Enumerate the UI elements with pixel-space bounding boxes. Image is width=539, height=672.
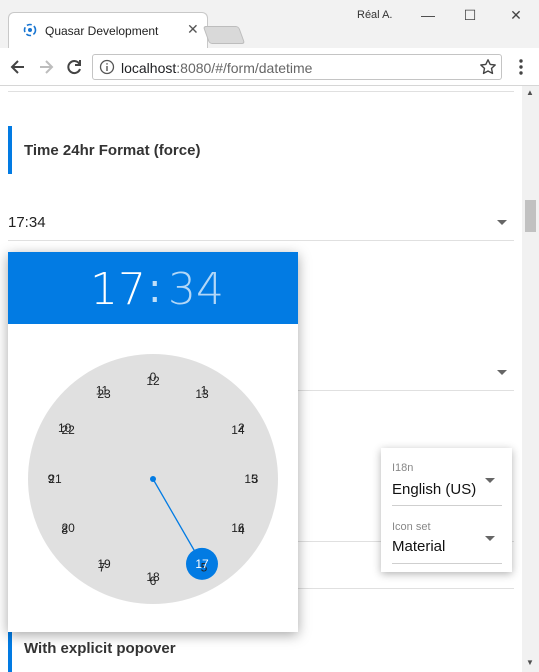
url-text[interactable]: localhost:8080/#/form/datetime bbox=[121, 60, 312, 76]
clock-hour-13[interactable]: 13 bbox=[195, 387, 209, 401]
i18n-underline bbox=[392, 505, 502, 506]
clock-hour-23[interactable]: 23 bbox=[97, 387, 111, 401]
reload-icon[interactable] bbox=[64, 57, 84, 77]
clock-hour-18[interactable]: 18 bbox=[146, 570, 160, 584]
browser-tab-strip: Quasar Development ✕ Réal A. — ☐ ✕ bbox=[0, 0, 539, 48]
divider bbox=[8, 91, 514, 92]
url-host: localhost bbox=[121, 60, 177, 76]
address-bar[interactable]: localhost:8080/#/form/datetime bbox=[92, 54, 502, 80]
time-picker-header: 17 : 34 bbox=[8, 252, 298, 324]
clock-hour-14[interactable]: 14 bbox=[231, 423, 245, 437]
time-separator: : bbox=[148, 266, 162, 312]
i18n-label: I18n bbox=[392, 462, 414, 474]
hidden-field-dropdown-icon[interactable] bbox=[497, 370, 507, 375]
i18n-select[interactable]: English (US) bbox=[392, 481, 476, 498]
clock-hour-17[interactable]: 17 bbox=[195, 557, 209, 571]
time-field-dropdown-icon[interactable] bbox=[497, 220, 507, 225]
bookmark-star-icon[interactable] bbox=[479, 58, 497, 76]
minimize-window-button[interactable]: — bbox=[416, 4, 440, 26]
forward-arrow-icon[interactable] bbox=[36, 57, 56, 77]
settings-popup: I18n English (US) Icon set Material bbox=[381, 448, 512, 572]
clock-dial[interactable]: 01234567891011121314151617181920212223 bbox=[26, 352, 280, 606]
minute-display[interactable]: 34 bbox=[168, 264, 224, 315]
scroll-thumb[interactable] bbox=[525, 200, 536, 232]
time-picker-popover: 17 : 34 0 1 2 3 4 5 6 7 8 9 10 11 12 13 14 15 16 17 18 19 20… bbox=[8, 252, 298, 632]
back-arrow-icon[interactable] bbox=[8, 57, 28, 77]
section-title: With explicit popover bbox=[24, 640, 176, 657]
clock-hour-19[interactable]: 19 bbox=[97, 557, 111, 571]
browser-menu-icon[interactable] bbox=[512, 58, 530, 76]
i18n-dropdown-icon[interactable] bbox=[485, 478, 495, 483]
icon-set-select[interactable]: Material bbox=[392, 538, 445, 555]
maximize-window-button[interactable]: ☐ bbox=[458, 4, 482, 26]
clock-hour-16[interactable]: 16 bbox=[231, 521, 245, 535]
tab-close-icon[interactable]: ✕ bbox=[187, 21, 199, 38]
section-title: Time 24hr Format (force) bbox=[24, 142, 201, 159]
hour-display[interactable]: 17 bbox=[90, 264, 146, 315]
quasar-logo-icon bbox=[23, 23, 37, 37]
icon-set-underline bbox=[392, 563, 502, 564]
icon-set-dropdown-icon[interactable] bbox=[485, 536, 495, 541]
divider bbox=[298, 588, 514, 589]
window-user-name: Réal A. bbox=[357, 9, 393, 21]
url-path: :8080/#/form/datetime bbox=[176, 60, 313, 76]
close-window-button[interactable]: ✕ bbox=[504, 4, 528, 26]
section-heading-24hr: Time 24hr Format (force) bbox=[8, 126, 514, 174]
field-underline bbox=[8, 240, 514, 241]
clock-center-dot bbox=[150, 476, 156, 482]
icon-set-label: Icon set bbox=[392, 521, 431, 533]
field-underline bbox=[298, 390, 514, 391]
new-tab-button[interactable] bbox=[202, 26, 246, 44]
browser-toolbar: localhost:8080/#/form/datetime bbox=[0, 48, 539, 86]
clock-hour-22[interactable]: 22 bbox=[61, 423, 75, 437]
clock-hour-12[interactable]: 12 bbox=[146, 374, 160, 388]
scroll-up-icon[interactable]: ▲ bbox=[526, 88, 534, 97]
tab-title: Quasar Development bbox=[45, 24, 159, 38]
clock-hour-15[interactable]: 15 bbox=[244, 472, 258, 486]
time-field-value[interactable]: 17:34 bbox=[8, 214, 46, 231]
page-scrollbar[interactable]: ▲ ▼ bbox=[522, 86, 539, 672]
info-icon[interactable] bbox=[99, 59, 115, 75]
clock-hour-21[interactable]: 21 bbox=[48, 472, 62, 486]
scroll-down-icon[interactable]: ▼ bbox=[526, 658, 534, 667]
browser-tab[interactable]: Quasar Development ✕ bbox=[8, 12, 208, 48]
clock-hour-20[interactable]: 20 bbox=[61, 521, 75, 535]
